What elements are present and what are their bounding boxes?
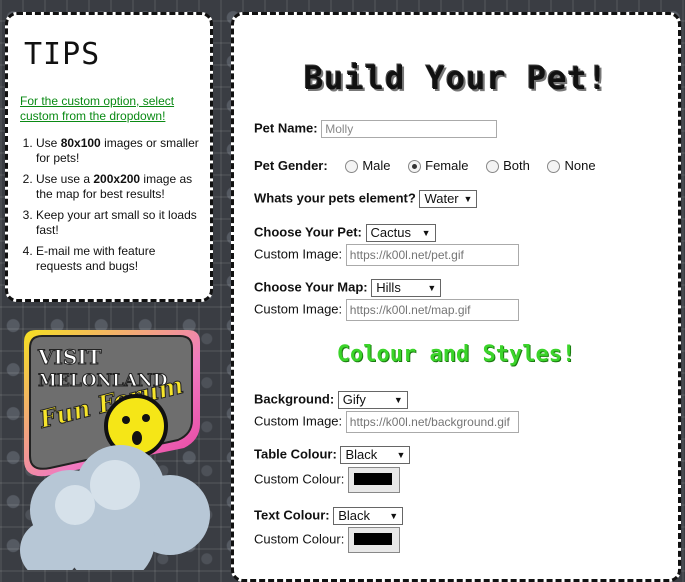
tip-text: Use <box>36 136 61 150</box>
text-colour-value: Black <box>338 508 371 523</box>
pet-name-input[interactable] <box>321 120 498 138</box>
gender-none-radio[interactable] <box>547 160 561 174</box>
tips-title: TIPS <box>24 37 101 72</box>
tip-bold: 200x200 <box>93 172 141 186</box>
tip-item: Use use a 200x200 image as the map for b… <box>36 172 202 202</box>
gender-row: Pet Gender: Male Female Both None <box>254 158 596 174</box>
table-colour-select[interactable]: Black ▼ <box>340 446 411 464</box>
colour-swatch <box>353 473 392 485</box>
background-select[interactable]: Gify ▼ <box>337 391 408 409</box>
gender-male-radio[interactable] <box>345 160 359 174</box>
page-title: Build Your Pet! <box>304 59 608 97</box>
text-custom-colour-row: Custom Colour: <box>254 527 400 553</box>
gender-option-label: Male <box>362 158 391 173</box>
colour-swatch <box>353 533 392 545</box>
chevron-down-icon: ▼ <box>396 450 406 460</box>
tip-text: Use use a <box>36 172 94 186</box>
choose-map-row: Choose Your Map: Hills ▼ <box>254 279 442 297</box>
chevron-down-icon: ▼ <box>389 511 399 521</box>
custom-colour-label: Custom Colour: <box>254 471 345 487</box>
tips-list: Use 80x100 images or smaller for pets! U… <box>18 136 202 274</box>
text-colour-picker[interactable] <box>347 527 400 553</box>
table-colour-row: Table Colour: Black ▼ <box>254 446 411 464</box>
choose-map-select[interactable]: Hills ▼ <box>371 279 442 297</box>
choose-pet-label: Choose Your Pet: <box>254 224 362 240</box>
background-image-row: Custom Image: <box>254 411 519 433</box>
gender-female-radio[interactable] <box>408 160 422 174</box>
element-value: Water <box>424 191 459 206</box>
tip-bold: 80x100 <box>60 136 101 150</box>
table-colour-label: Table Colour: <box>254 446 337 462</box>
choose-map-label: Choose Your Map: <box>254 279 368 295</box>
custom-image-label: Custom Image: <box>254 301 343 317</box>
element-label: Whats your pets element? <box>254 190 416 206</box>
element-row: Whats your pets element? Water ▼ <box>254 190 478 208</box>
table-custom-colour-row: Custom Colour: <box>254 467 400 493</box>
colour-styles-title: Colour and Styles! <box>336 342 576 367</box>
choose-pet-select[interactable]: Cactus ▼ <box>365 224 436 242</box>
map-image-row: Custom Image: <box>254 299 519 321</box>
pet-name-row: Pet Name: <box>254 120 498 138</box>
chevron-down-icon: ▼ <box>393 395 403 405</box>
map-value: Hills <box>376 280 401 295</box>
text-colour-label: Text Colour: <box>254 507 330 523</box>
element-select[interactable]: Water ▼ <box>419 190 478 208</box>
gender-option-label: None <box>564 158 596 173</box>
pet-name-label: Pet Name: <box>254 120 318 136</box>
choose-pet-row: Choose Your Pet: Cactus ▼ <box>254 224 436 242</box>
tips-panel: TIPS For the custom option, select custo… <box>5 12 213 302</box>
text-colour-select[interactable]: Black ▼ <box>333 507 404 525</box>
custom-colour-label: Custom Colour: <box>254 531 345 547</box>
tip-item: Keep your art small so it loads fast! <box>36 208 202 238</box>
background-label: Background: <box>254 391 335 407</box>
map-image-input[interactable] <box>345 299 519 321</box>
gender-label: Pet Gender: <box>254 158 328 173</box>
custom-image-label: Custom Image: <box>254 246 343 262</box>
chevron-down-icon: ▼ <box>427 283 437 293</box>
chevron-down-icon: ▼ <box>421 228 431 238</box>
badge-visit-text: VISIT <box>37 345 102 369</box>
gender-option-label: Both <box>503 158 530 173</box>
table-colour-value: Black <box>345 447 378 462</box>
tip-text: E-mail me with feature requests and bugs… <box>36 244 156 273</box>
build-pet-panel: Build Your Pet! Pet Name: Pet Gender: Ma… <box>231 12 681 582</box>
background-row: Background: Gify ▼ <box>254 391 408 409</box>
pet-image-input[interactable] <box>345 244 519 266</box>
table-colour-picker[interactable] <box>347 467 400 493</box>
gender-option-label: Female <box>425 158 469 173</box>
background-value: Gify <box>342 392 366 407</box>
custom-image-label: Custom Image: <box>254 413 343 429</box>
chevron-down-icon: ▼ <box>463 194 473 204</box>
tip-text: Keep your art small so it loads fast! <box>36 208 197 237</box>
pet-image-row: Custom Image: <box>254 244 519 266</box>
tip-item: Use 80x100 images or smaller for pets! <box>36 136 202 166</box>
tip-item: E-mail me with feature requests and bugs… <box>36 244 202 274</box>
text-colour-row: Text Colour: Black ▼ <box>254 507 404 525</box>
custom-option-link[interactable]: For the custom option, select custom fro… <box>20 94 198 124</box>
gender-both-radio[interactable] <box>486 160 500 174</box>
cloud-decoration <box>20 445 210 570</box>
pet-value: Cactus <box>370 225 411 240</box>
background-image-input[interactable] <box>345 411 519 433</box>
